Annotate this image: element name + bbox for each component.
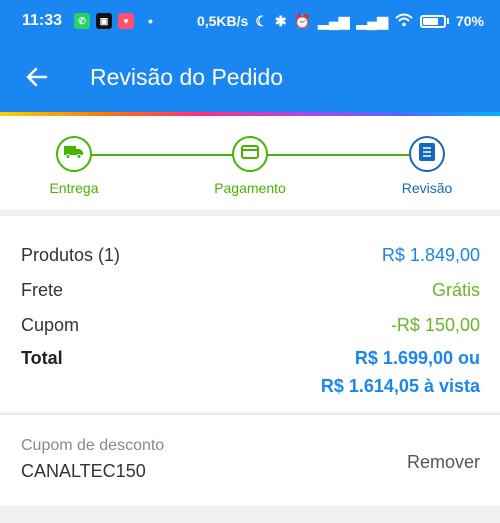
network-speed: 0,5KB/s: [196, 13, 249, 29]
signal-icon: ▂▄▆: [318, 12, 350, 29]
app-bar: Revisão do Pedido: [0, 42, 500, 112]
step-circle: [232, 136, 268, 172]
frete-value: Grátis: [431, 280, 480, 300]
bluetooth-icon: ✱: [274, 12, 287, 29]
battery-percent: 70%: [455, 13, 484, 29]
produtos-label: Produtos (1): [21, 245, 121, 265]
step-pagamento[interactable]: Pagamento: [190, 136, 310, 196]
summary-row-produtos: Produtos (1) R$ 1.849,00: [21, 238, 480, 273]
notification-dot: •: [148, 13, 153, 29]
page-title: Revisão do Pedido: [90, 63, 284, 90]
battery-icon: [419, 14, 446, 28]
step-revisao[interactable]: Revisão: [367, 136, 487, 196]
coupon-section: Cupom de desconto CANALTEC150 Remover: [0, 414, 500, 506]
step-circle: [56, 136, 92, 172]
summary-row-cupom: Cupom -R$ 150,00: [21, 308, 480, 343]
total-value-cash: R$ 1.614,05 à vista: [320, 376, 480, 396]
alarm-icon: ⏰: [293, 12, 312, 29]
status-bar: 11:33 ✆ ▣ ♥ • 0,5KB/s ☾ ✱ ⏰ ▂▄▆ ▂▄▆ 70%: [0, 0, 500, 42]
cupom-value: -R$ 150,00: [390, 315, 480, 335]
coupon-info: Cupom de desconto CANALTEC150: [21, 437, 164, 482]
arrow-left-icon[interactable]: [22, 62, 52, 92]
produtos-value: R$ 1.849,00: [381, 245, 480, 265]
step-label: Pagamento: [214, 180, 286, 196]
frete-label: Frete: [21, 280, 64, 300]
moon-icon: ☾: [255, 12, 268, 29]
order-summary: Produtos (1) R$ 1.849,00 Frete Grátis Cu…: [0, 216, 500, 412]
coupon-label: Cupom de desconto: [21, 437, 165, 454]
status-time: 11:33: [22, 12, 63, 29]
wifi-icon: [395, 13, 413, 30]
list-icon: [419, 142, 435, 166]
app-icon: ▣: [96, 13, 113, 29]
whatsapp-icon: ✆: [74, 13, 91, 29]
total-value: R$ 1.699,00 ou R$ 1.614,05 à vista: [321, 344, 480, 400]
total-label: Total: [21, 348, 63, 368]
cupom-label: Cupom: [21, 315, 80, 335]
summary-row-frete: Frete Grátis: [21, 273, 480, 308]
tinder-icon: ♥: [118, 13, 135, 29]
remove-coupon-button[interactable]: Remover: [407, 452, 480, 473]
step-label: Revisão: [401, 180, 453, 196]
step-label: Entrega: [49, 180, 99, 196]
total-value-installments: R$ 1.699,00 ou: [354, 348, 480, 368]
checkout-stepper: Entrega Pagamento Revisão: [0, 116, 500, 210]
truck-icon: [64, 144, 84, 165]
card-icon: [241, 144, 259, 164]
coupon-code: CANALTEC150: [21, 461, 146, 481]
step-circle: [409, 136, 445, 172]
step-entrega[interactable]: Entrega: [14, 136, 134, 196]
summary-row-total: Total R$ 1.699,00 ou R$ 1.614,05 à vista: [21, 344, 480, 400]
signal-icon: ▂▄▆: [356, 12, 388, 29]
